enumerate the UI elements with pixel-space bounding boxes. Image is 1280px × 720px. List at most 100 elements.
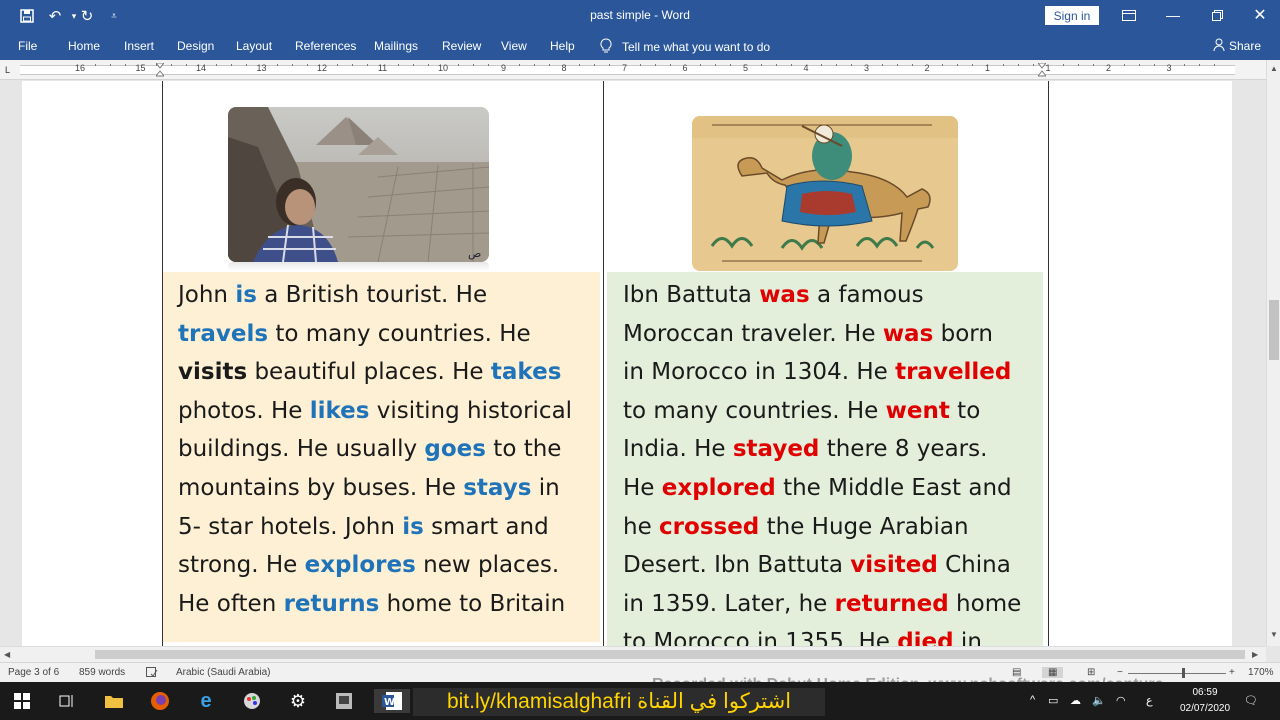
ruler-tick [548, 64, 550, 66]
battery-icon[interactable]: ▭ [1048, 694, 1058, 707]
horizontal-scroll-thumb[interactable] [95, 650, 1245, 659]
file-explorer-icon[interactable] [102, 689, 126, 713]
volume-icon[interactable]: 🔈 [1092, 694, 1106, 707]
ruler-number: 14 [195, 63, 207, 73]
word-icon[interactable]: W [374, 689, 410, 713]
pyramids-photo[interactable]: ص [228, 107, 489, 262]
tab-selector-icon[interactable]: L [5, 65, 15, 75]
notifications-icon[interactable]: 🗨 [1244, 694, 1258, 707]
scroll-right-icon[interactable]: ▶ [1252, 650, 1258, 659]
tab-insert[interactable]: Insert [124, 39, 154, 53]
close-icon[interactable]: ✕ [1238, 0, 1280, 30]
tab-file[interactable]: File [18, 39, 37, 53]
settings-icon[interactable]: ⚙ [286, 689, 310, 713]
word-count[interactable]: 859 words [79, 667, 125, 678]
past-simple-paragraph[interactable]: Ibn Battuta was a famous Moroccan travele… [607, 272, 1043, 646]
table-border-right [1048, 81, 1049, 646]
ruler-tick [1063, 64, 1065, 66]
scroll-down-icon[interactable]: ▼ [1270, 630, 1278, 639]
text-line: mountains by buses. He stays in [178, 469, 600, 508]
verb: stayed [732, 436, 820, 463]
tab-help[interactable]: Help [550, 39, 575, 53]
ruler-number: 16 [74, 63, 86, 73]
ruler-tick [95, 64, 97, 66]
input-language[interactable]: ع [1146, 694, 1153, 707]
left-indent-marker[interactable] [156, 63, 164, 77]
ibn-battuta-camel-picture[interactable] [692, 116, 958, 271]
right-indent-marker[interactable] [1038, 63, 1046, 77]
proofing-icon[interactable] [146, 667, 158, 681]
sign-in-button[interactable]: Sign in [1045, 6, 1099, 25]
photo-reflection [228, 262, 489, 271]
maximize-icon[interactable] [1195, 0, 1239, 30]
wifi-icon[interactable]: ◠ [1116, 694, 1126, 707]
zoom-level[interactable]: 170% [1248, 667, 1274, 678]
firefox-icon[interactable] [148, 689, 172, 713]
share-label: Share [1229, 39, 1262, 53]
text-run: visiting historical [369, 397, 573, 424]
ruler-number: 12 [316, 63, 328, 73]
tell-me-search[interactable]: Tell me what you want to do [600, 38, 770, 56]
tray-expand-icon[interactable]: ^ [1030, 694, 1035, 706]
horizontal-ruler[interactable]: L 16 15 14 13 12 11 10 9 8 7 6 5 4 3 2 1 1 2 3 [0, 60, 1266, 80]
tab-review[interactable]: Review [442, 39, 481, 53]
ruler-tick [170, 64, 172, 66]
ruler-tick [669, 64, 671, 66]
ruler-number: 5 [742, 63, 749, 73]
text-run: in [953, 629, 982, 646]
tab-view[interactable]: View [501, 39, 527, 53]
ruler-tick [1184, 64, 1186, 66]
text-line: to Morocco in 1355. He died in [623, 623, 1043, 646]
tab-home[interactable]: Home [68, 39, 100, 53]
text-run: he [623, 513, 660, 540]
tab-design[interactable]: Design [177, 39, 214, 53]
zoom-slider-thumb[interactable] [1182, 668, 1185, 678]
verb: returned [834, 590, 949, 617]
minimize-icon[interactable]: — [1151, 0, 1195, 30]
ruler-tick [836, 64, 838, 66]
tab-mailings[interactable]: Mailings [374, 39, 418, 53]
ruler-tick [790, 64, 792, 66]
ruler-tick [1153, 64, 1155, 66]
svg-text:W: W [384, 697, 395, 708]
scroll-left-icon[interactable]: ◀ [4, 650, 10, 659]
ruler-tick [851, 64, 853, 66]
tab-references[interactable]: References [295, 39, 356, 53]
text-run: to [949, 397, 981, 424]
text-line: travels to many countries. He [178, 315, 600, 354]
text-run: born [933, 320, 993, 347]
ruler-tick [775, 64, 777, 66]
text-run: Moroccan traveler. He [623, 320, 883, 347]
zoom-in-icon[interactable]: + [1229, 667, 1235, 678]
ruler-tick [533, 64, 535, 66]
page-count[interactable]: Page 3 of 6 [8, 667, 59, 678]
horizontal-scrollbar[interactable]: ◀ ▶ [0, 646, 1266, 662]
task-view-icon[interactable] [55, 689, 79, 713]
language-indicator[interactable]: Arabic (Saudi Arabia) [176, 667, 271, 678]
ruler-tick [972, 64, 974, 66]
recorder-icon[interactable] [332, 689, 356, 713]
ruler-number: 11 [377, 63, 388, 73]
vertical-scrollbar[interactable]: ▲ ▼ [1266, 60, 1280, 646]
windows-start-icon[interactable] [10, 689, 34, 713]
clock-date: 02/07/2020 [1179, 703, 1231, 714]
text-run: 5- star hotels. John [178, 513, 403, 540]
paint-icon[interactable] [240, 689, 264, 713]
edge-icon[interactable]: e [194, 689, 218, 713]
text-run: strong. He [178, 552, 305, 579]
onedrive-icon[interactable]: ☁ [1070, 694, 1081, 707]
ruler-tick [397, 64, 399, 66]
ribbon-display-icon[interactable] [1107, 0, 1151, 30]
document-page[interactable]: ص John is a British tourist. He travels … [22, 81, 1232, 646]
clock[interactable]: 06:59 02/07/2020 [1170, 685, 1240, 717]
share-button[interactable]: Share [1213, 38, 1261, 54]
ruler-number: 1 [984, 63, 991, 73]
verb: likes [309, 397, 370, 424]
ruler-number: 2 [1105, 63, 1112, 73]
document-area[interactable]: ص John is a British tourist. He travels … [0, 81, 1266, 646]
vertical-scroll-thumb[interactable] [1269, 300, 1279, 360]
tab-layout[interactable]: Layout [236, 39, 272, 53]
scroll-up-icon[interactable]: ▲ [1270, 64, 1278, 73]
present-simple-paragraph[interactable]: John is a British tourist. He travels to … [163, 272, 600, 642]
zoom-slider[interactable] [1128, 673, 1226, 674]
